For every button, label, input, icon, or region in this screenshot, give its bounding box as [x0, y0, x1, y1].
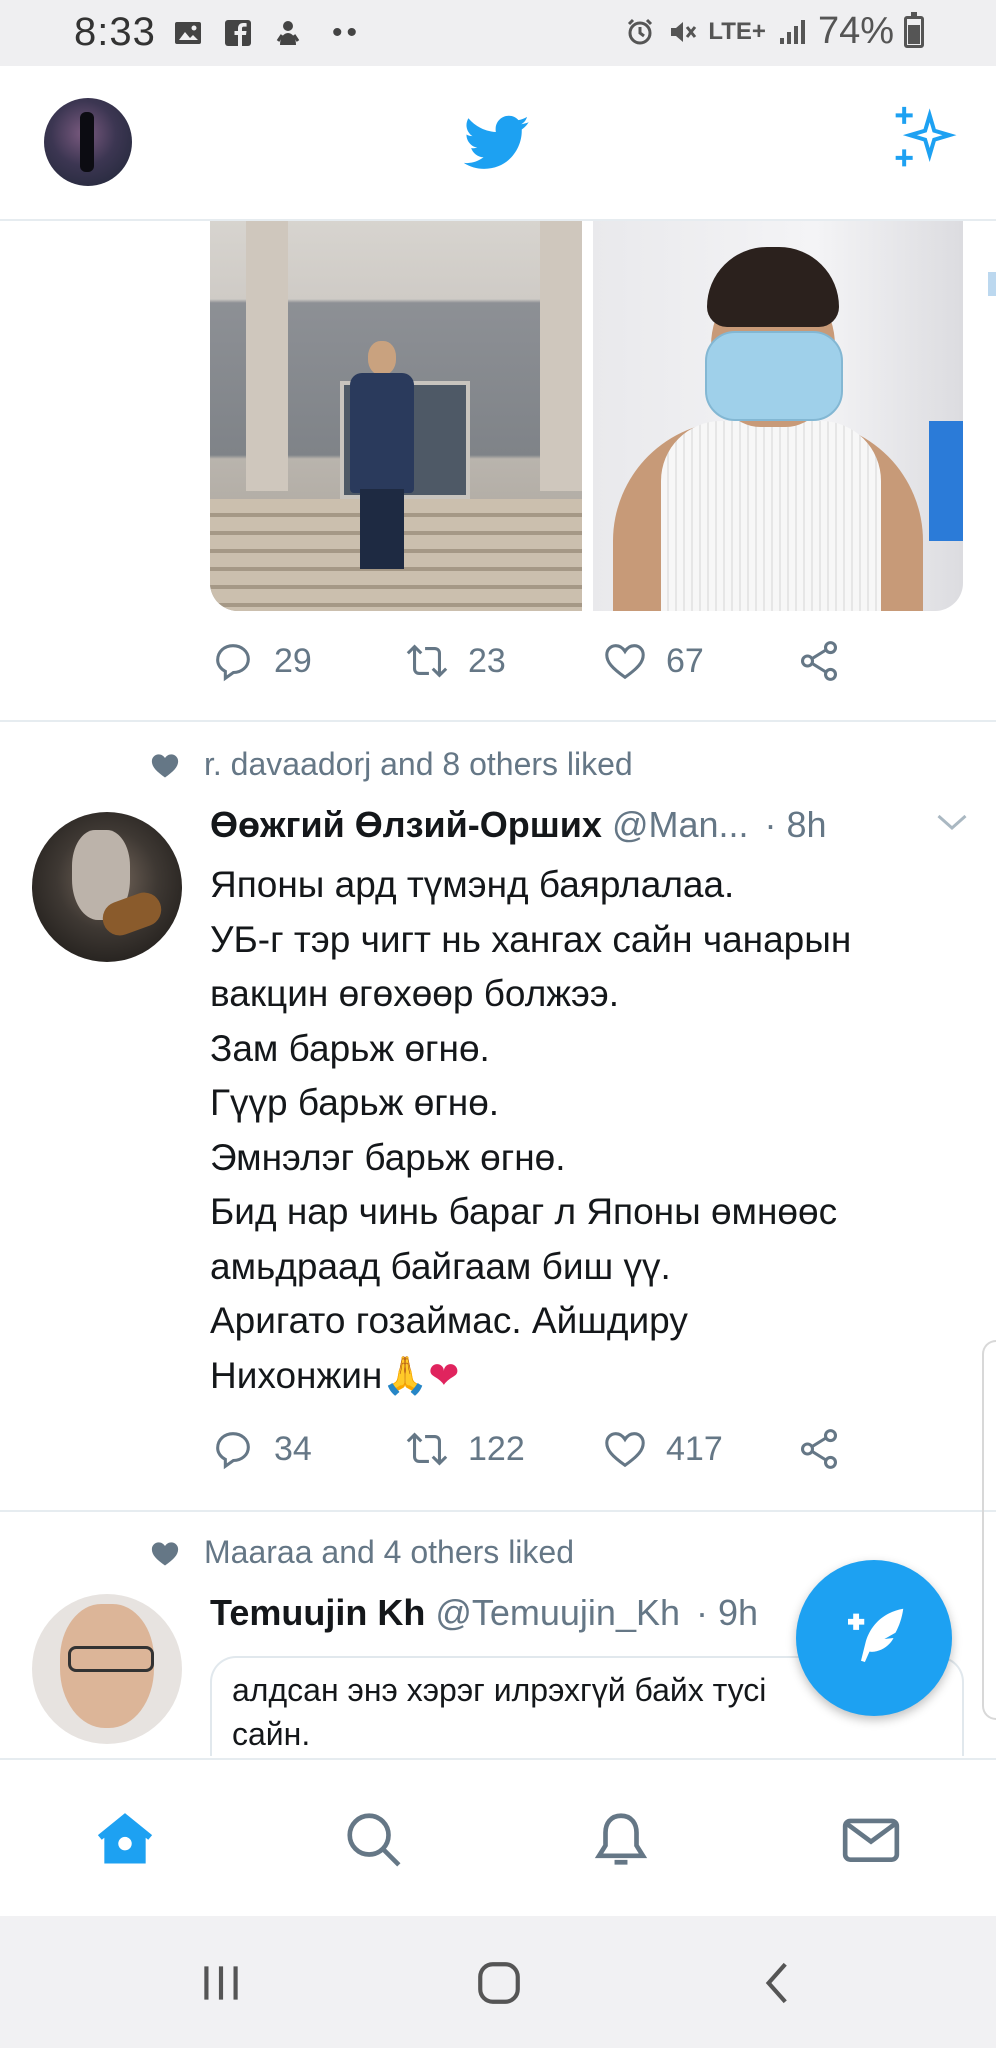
author-handle[interactable]: @Temuujin_Kh — [435, 1592, 680, 1634]
heart-emoji: ❤ — [428, 1353, 460, 1397]
share-icon — [800, 1429, 838, 1469]
tweet-divider — [0, 1510, 996, 1512]
bottom-navigation — [0, 1758, 996, 1916]
nav-notifications[interactable] — [590, 1808, 652, 1870]
status-time: 8:33 — [74, 10, 156, 54]
app-header — [0, 66, 996, 221]
retweet-button[interactable]: 23 — [404, 638, 506, 684]
notifications-icon — [594, 1813, 648, 1865]
image-icon — [175, 22, 201, 44]
tweet-line: Зам барьж өгнө. — [210, 1027, 490, 1069]
system-navigation — [0, 1916, 996, 2048]
search-icon — [347, 1813, 401, 1867]
heart-icon — [605, 644, 645, 680]
nav-home[interactable] — [94, 1808, 156, 1870]
sparkle-icon[interactable] — [890, 104, 958, 172]
back-button[interactable] — [754, 1958, 804, 2008]
social-context[interactable]: Maaraa and 4 others liked — [150, 1534, 574, 1571]
status-left-icons: •• — [172, 16, 361, 50]
recent-apps-button[interactable] — [196, 1958, 246, 2008]
retweet-count: 23 — [468, 641, 506, 680]
tweet-line: Гүүр барьж өгнө. — [210, 1082, 500, 1123]
compose-feather-icon — [848, 1608, 904, 1663]
like-button[interactable]: 417 — [602, 1426, 723, 1472]
like-button[interactable]: 67 — [602, 638, 704, 684]
back-icon — [765, 1962, 787, 2004]
home-icon — [97, 1813, 153, 1864]
social-context[interactable]: r. davaadorj and 8 others liked — [150, 746, 633, 783]
profile-avatar[interactable] — [44, 98, 132, 186]
tweet-actions: 29 23 67 — [210, 638, 910, 698]
status-bar: 8:33 •• LTE+ 74% — [0, 0, 996, 66]
status-right-icons: LTE+ 74% — [624, 10, 924, 53]
tweet-divider — [0, 720, 996, 722]
tweet-actions: 34 122 417 — [210, 1426, 910, 1486]
network-type: LTE+ — [708, 17, 766, 45]
share-button[interactable] — [796, 638, 842, 684]
scroll-indicator — [988, 272, 996, 296]
heart-icon — [605, 1432, 645, 1468]
author-name[interactable]: Өөжгий Өлзий-Орших — [210, 804, 602, 846]
tweet-line: вакцин өгөхөөр болжээ. — [210, 973, 620, 1014]
more-dots-icon: •• — [332, 16, 362, 49]
retweet-count: 122 — [468, 1429, 525, 1468]
tweet-author-avatar[interactable] — [32, 812, 182, 962]
tweet-photo-1[interactable] — [210, 221, 582, 611]
tweet-line-last: Нихонжин🙏❤ — [210, 1349, 950, 1404]
heart-filled-icon — [151, 1541, 179, 1565]
twitter-bird-icon[interactable] — [464, 114, 530, 172]
reply-button[interactable]: 29 — [210, 638, 312, 684]
liked-by-text: r. davaadorj and 8 others liked — [204, 746, 633, 782]
like-count: 417 — [666, 1429, 723, 1468]
tweet-body[interactable]: Японы ард түмэнд баярлалаа. УБ-г тэр чиг… — [210, 858, 950, 1403]
tweet-time: · 8h — [764, 804, 827, 845]
tweet-line: амьдраад байгаам биш үү. — [210, 1245, 671, 1287]
chevron-down-icon[interactable] — [934, 810, 970, 834]
retweet-icon — [406, 1432, 448, 1466]
tweet-line: Эмнэлэг барьж өгнө. — [210, 1136, 566, 1178]
tweet-line: Нихонжин — [210, 1354, 383, 1396]
author-name[interactable]: Temuujin Kh — [210, 1592, 425, 1634]
alarm-icon — [628, 18, 653, 44]
mute-icon — [671, 21, 697, 42]
author-handle[interactable]: @Man... — [612, 804, 749, 846]
share-icon — [800, 641, 838, 681]
retweet-icon — [406, 644, 448, 678]
facebook-icon — [225, 20, 251, 46]
recent-apps-icon — [204, 1966, 238, 2000]
retweet-button[interactable]: 122 — [404, 1426, 525, 1472]
tweet-line: Бид нар чинь бараг л Японы өмнөөс — [210, 1191, 838, 1232]
heart-filled-icon — [151, 753, 179, 777]
reply-button[interactable]: 34 — [210, 1426, 312, 1472]
share-button[interactable] — [796, 1426, 842, 1472]
tweet-author-avatar[interactable] — [32, 1594, 182, 1744]
signal-icon — [779, 19, 805, 44]
like-count: 67 — [666, 641, 704, 680]
reply-count: 34 — [274, 1429, 312, 1468]
tweet-header: Өөжгий Өлзий-Орших @Man... · 8h — [210, 804, 970, 846]
scroll-handle[interactable] — [982, 1340, 996, 1720]
battery-percent: 74% — [817, 10, 894, 52]
tweet-line: УБ-г тэр чигт нь хангах сайн чанарын — [210, 918, 852, 960]
liked-by-text: Maaraa and 4 others liked — [204, 1534, 574, 1570]
home-button-icon — [478, 1962, 520, 2004]
reply-icon — [216, 644, 250, 682]
nav-messages[interactable] — [840, 1808, 902, 1870]
quote-line: сайн. — [232, 1716, 311, 1752]
nav-search[interactable] — [342, 1808, 404, 1870]
reply-icon — [216, 1432, 250, 1470]
pray-emoji: 🙏 — [382, 1353, 429, 1397]
tweet-line: Японы ард түмэнд баярлалаа. — [210, 864, 735, 905]
reply-count: 29 — [274, 641, 312, 680]
system-home-button[interactable] — [474, 1958, 524, 2008]
notification-icon — [276, 21, 300, 45]
tweet-line: Аригато гозаймас. Айшдиру — [210, 1300, 688, 1341]
tweet-media[interactable] — [210, 221, 963, 611]
compose-tweet-button[interactable] — [796, 1560, 952, 1716]
tweet-photo-2[interactable] — [593, 221, 963, 611]
battery-icon — [904, 11, 924, 48]
tweet-time: · 9h — [696, 1592, 759, 1633]
messages-icon — [842, 1818, 900, 1862]
